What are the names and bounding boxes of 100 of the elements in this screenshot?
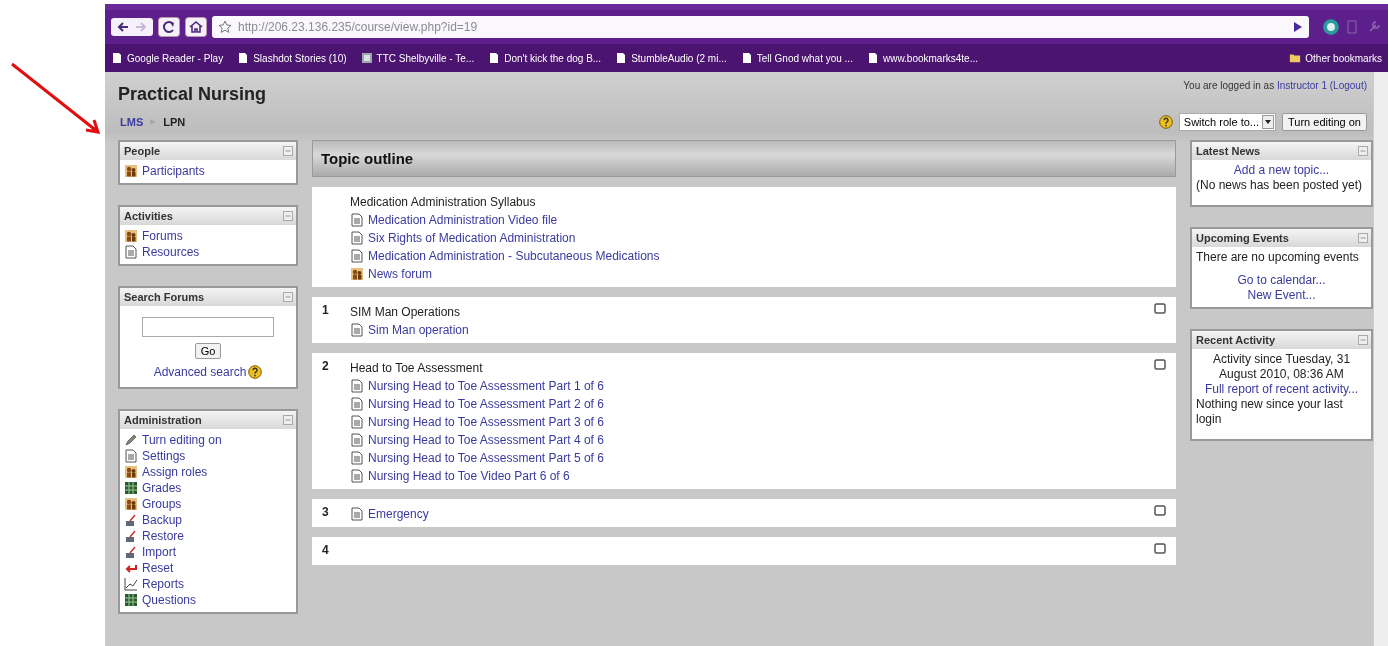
activity-link[interactable]: Nursing Head to Toe Video Part 6 of 6 — [350, 467, 1144, 485]
pencil-icon — [124, 433, 138, 447]
help-icon[interactable] — [248, 365, 263, 379]
block-link[interactable]: New Event... — [1247, 288, 1316, 302]
highlight-toggle-icon[interactable] — [1154, 505, 1166, 516]
sidebar-link[interactable]: Grades — [124, 480, 292, 496]
back-icon[interactable] — [116, 20, 130, 34]
grid-icon — [124, 593, 138, 607]
document-icon — [350, 507, 364, 521]
activity-link[interactable]: Six Rights of Medication Administration — [350, 229, 1144, 247]
scrollbar[interactable] — [1373, 72, 1388, 646]
people-icon — [124, 229, 138, 243]
go-button[interactable]: Go — [194, 343, 222, 359]
block-title: Activities — [124, 210, 173, 222]
tool-icon — [124, 529, 138, 543]
extension-icon[interactable] — [1322, 18, 1340, 36]
block-link[interactable]: Full report of recent activity... — [1204, 382, 1359, 396]
breadcrumb-link[interactable]: LMS — [120, 116, 144, 128]
sidebar-link[interactable]: Reports — [124, 576, 292, 592]
activity-link[interactable]: Sim Man operation — [350, 321, 1144, 339]
section-number: 1 — [322, 303, 329, 317]
bookmark-item[interactable]: StumbleAudio (2 mi... — [615, 52, 727, 64]
activity-link[interactable]: Medication Administration Video file — [350, 211, 1144, 229]
bookmark-item[interactable]: www.bookmarks4te... — [866, 52, 978, 64]
section-number: 4 — [322, 543, 329, 557]
document-icon — [350, 213, 364, 227]
tool-icon — [124, 545, 138, 559]
url-text: http://206.23.136.235/course/view.php?id=19 — [238, 20, 479, 34]
page-icon — [488, 52, 501, 64]
activity-link[interactable]: Nursing Head to Toe Assessment Part 3 of 6 — [350, 413, 1144, 431]
people-icon — [350, 267, 364, 281]
sidebar-link[interactable]: Restore — [124, 528, 292, 544]
document-icon — [350, 469, 364, 483]
sidebar-link[interactable]: Reset — [124, 560, 292, 576]
page-icon — [111, 52, 123, 64]
logout-link[interactable]: (Logout) — [1329, 80, 1367, 91]
sidebar-link[interactable]: Resources — [124, 244, 292, 260]
sidebar-link[interactable]: Questions — [124, 592, 292, 608]
activity-link[interactable]: Nursing Head to Toe Assessment Part 1 of 6 — [350, 377, 1144, 395]
turn-editing-on-button[interactable]: Turn editing on — [1282, 113, 1367, 131]
block-title: Recent Activity — [1196, 334, 1276, 346]
back-forward-buttons[interactable] — [111, 18, 153, 36]
line-chart-icon — [124, 577, 138, 591]
activity-link[interactable]: Nursing Head to Toe Assessment Part 5 of 6 — [350, 449, 1144, 467]
block-title: Administration — [124, 414, 202, 426]
reload-button[interactable] — [158, 17, 180, 37]
block-link[interactable]: Add a new topic... — [1233, 163, 1330, 177]
other-bookmarks-item[interactable]: Other bookmarks — [1289, 52, 1382, 64]
sidebar-link[interactable]: Import — [124, 544, 292, 560]
grid-icon — [124, 481, 138, 495]
home-button[interactable] — [185, 17, 207, 37]
star-icon[interactable] — [218, 20, 232, 34]
section-heading: Topic outline — [321, 150, 414, 167]
course-title: Practical Nursing — [118, 84, 267, 105]
sidebar-link[interactable]: Turn editing on — [124, 432, 292, 448]
page-icon — [615, 52, 628, 64]
dropdown-icon — [1262, 115, 1274, 129]
sidebar-link[interactable]: Participants — [124, 163, 292, 179]
page-icon — [740, 52, 753, 64]
bookmark-item[interactable]: Don't kick the dog B... — [488, 52, 602, 64]
people-icon — [124, 465, 138, 479]
sidebar-link[interactable]: Settings — [124, 448, 292, 464]
activity-link[interactable]: News forum — [350, 265, 1144, 283]
help-icon[interactable] — [1158, 115, 1173, 129]
activity-link[interactable]: Medication Administration - Subcutaneous Medications — [350, 247, 1144, 265]
block-text: Nothing new since your last login — [1196, 397, 1344, 427]
search-field[interactable] — [142, 317, 274, 337]
block-text: There are no upcoming events — [1196, 250, 1360, 265]
folder-icon — [1289, 52, 1302, 64]
bookmark-item[interactable]: Tell Gnod what you ... — [740, 52, 853, 64]
document-icon — [124, 449, 138, 463]
sidebar-link[interactable]: Groups — [124, 496, 292, 512]
switch-role-select[interactable]: Switch role to... — [1178, 113, 1276, 131]
bookmark-item[interactable]: TTC Shelbyville - Te... — [360, 52, 475, 64]
document-icon — [350, 231, 364, 245]
go-icon[interactable] — [1293, 21, 1303, 33]
highlight-toggle-icon[interactable] — [1154, 359, 1166, 370]
sidebar-link[interactable]: Backup — [124, 512, 292, 528]
bookmark-item[interactable]: Google Reader - Play — [111, 52, 224, 64]
section-summary: Head to Toe Assessment — [350, 361, 483, 375]
page-icon — [237, 52, 250, 64]
people-icon — [124, 164, 138, 178]
document-icon — [350, 397, 364, 411]
highlight-toggle-icon[interactable] — [1154, 303, 1166, 314]
activity-link[interactable]: Nursing Head to Toe Assessment Part 4 of 6 — [350, 431, 1144, 449]
tool-icon — [124, 513, 138, 527]
activity-link[interactable]: Emergency — [350, 505, 1144, 523]
block-text: Activity since Tuesday, 31 August 2010, 08:36 AM — [1211, 352, 1352, 382]
advanced-search-link[interactable]: Advanced search — [153, 365, 247, 379]
document-icon — [124, 245, 138, 259]
sidebar-link[interactable]: Forums — [124, 228, 292, 244]
block-link[interactable]: Go to calendar... — [1237, 273, 1326, 287]
section-summary: Medication Administration Syllabus — [350, 195, 536, 209]
sidebar-link[interactable]: Assign roles — [124, 464, 292, 480]
site-favicon-icon — [360, 52, 373, 64]
block-title: Upcoming Events — [1196, 232, 1289, 244]
bookmark-item[interactable]: Slashdot Stories (10) — [237, 52, 347, 64]
user-link[interactable]: Instructor 1 — [1276, 80, 1327, 91]
activity-link[interactable]: Nursing Head to Toe Assessment Part 2 of 6 — [350, 395, 1144, 413]
highlight-toggle-icon[interactable] — [1154, 543, 1166, 554]
